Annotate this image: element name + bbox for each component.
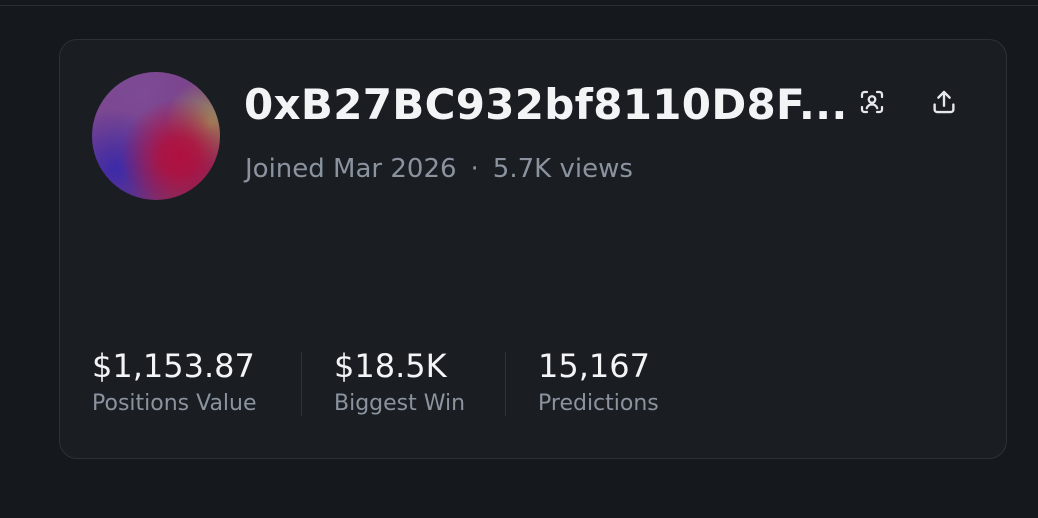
stat-biggest-win: $18.5K Biggest Win xyxy=(334,346,465,418)
view-count: 5.7K views xyxy=(492,154,633,184)
stat-positions-value: $1,153.87 Positions Value xyxy=(92,346,257,418)
stat-value: $18.5K xyxy=(334,347,447,385)
scan-profile-button[interactable] xyxy=(854,84,890,120)
share-upload-icon xyxy=(933,90,955,114)
avatar xyxy=(92,72,220,200)
joined-date: Joined Mar 2026 xyxy=(245,154,457,184)
stat-predictions: 15,167 Predictions xyxy=(538,346,659,418)
stat-divider xyxy=(301,352,302,416)
stat-value: $1,153.87 xyxy=(92,347,255,385)
stat-label: Predictions xyxy=(538,391,659,416)
share-button[interactable] xyxy=(926,84,962,120)
profile-handle: 0xB27BC932bf8110D8F... xyxy=(244,80,844,129)
stat-label: Positions Value xyxy=(92,391,257,416)
meta-separator: · xyxy=(470,154,479,184)
profile-meta: Joined Mar 2026 · 5.7K views xyxy=(245,153,633,185)
top-divider xyxy=(0,5,1038,6)
scan-profile-icon xyxy=(860,90,884,114)
stat-divider xyxy=(505,352,506,416)
stat-label: Biggest Win xyxy=(334,391,466,416)
profile-card: 0xB27BC932bf8110D8F... Joined Mar 2026 · 5… xyxy=(59,39,1007,459)
stat-value: 15,167 xyxy=(538,347,650,385)
